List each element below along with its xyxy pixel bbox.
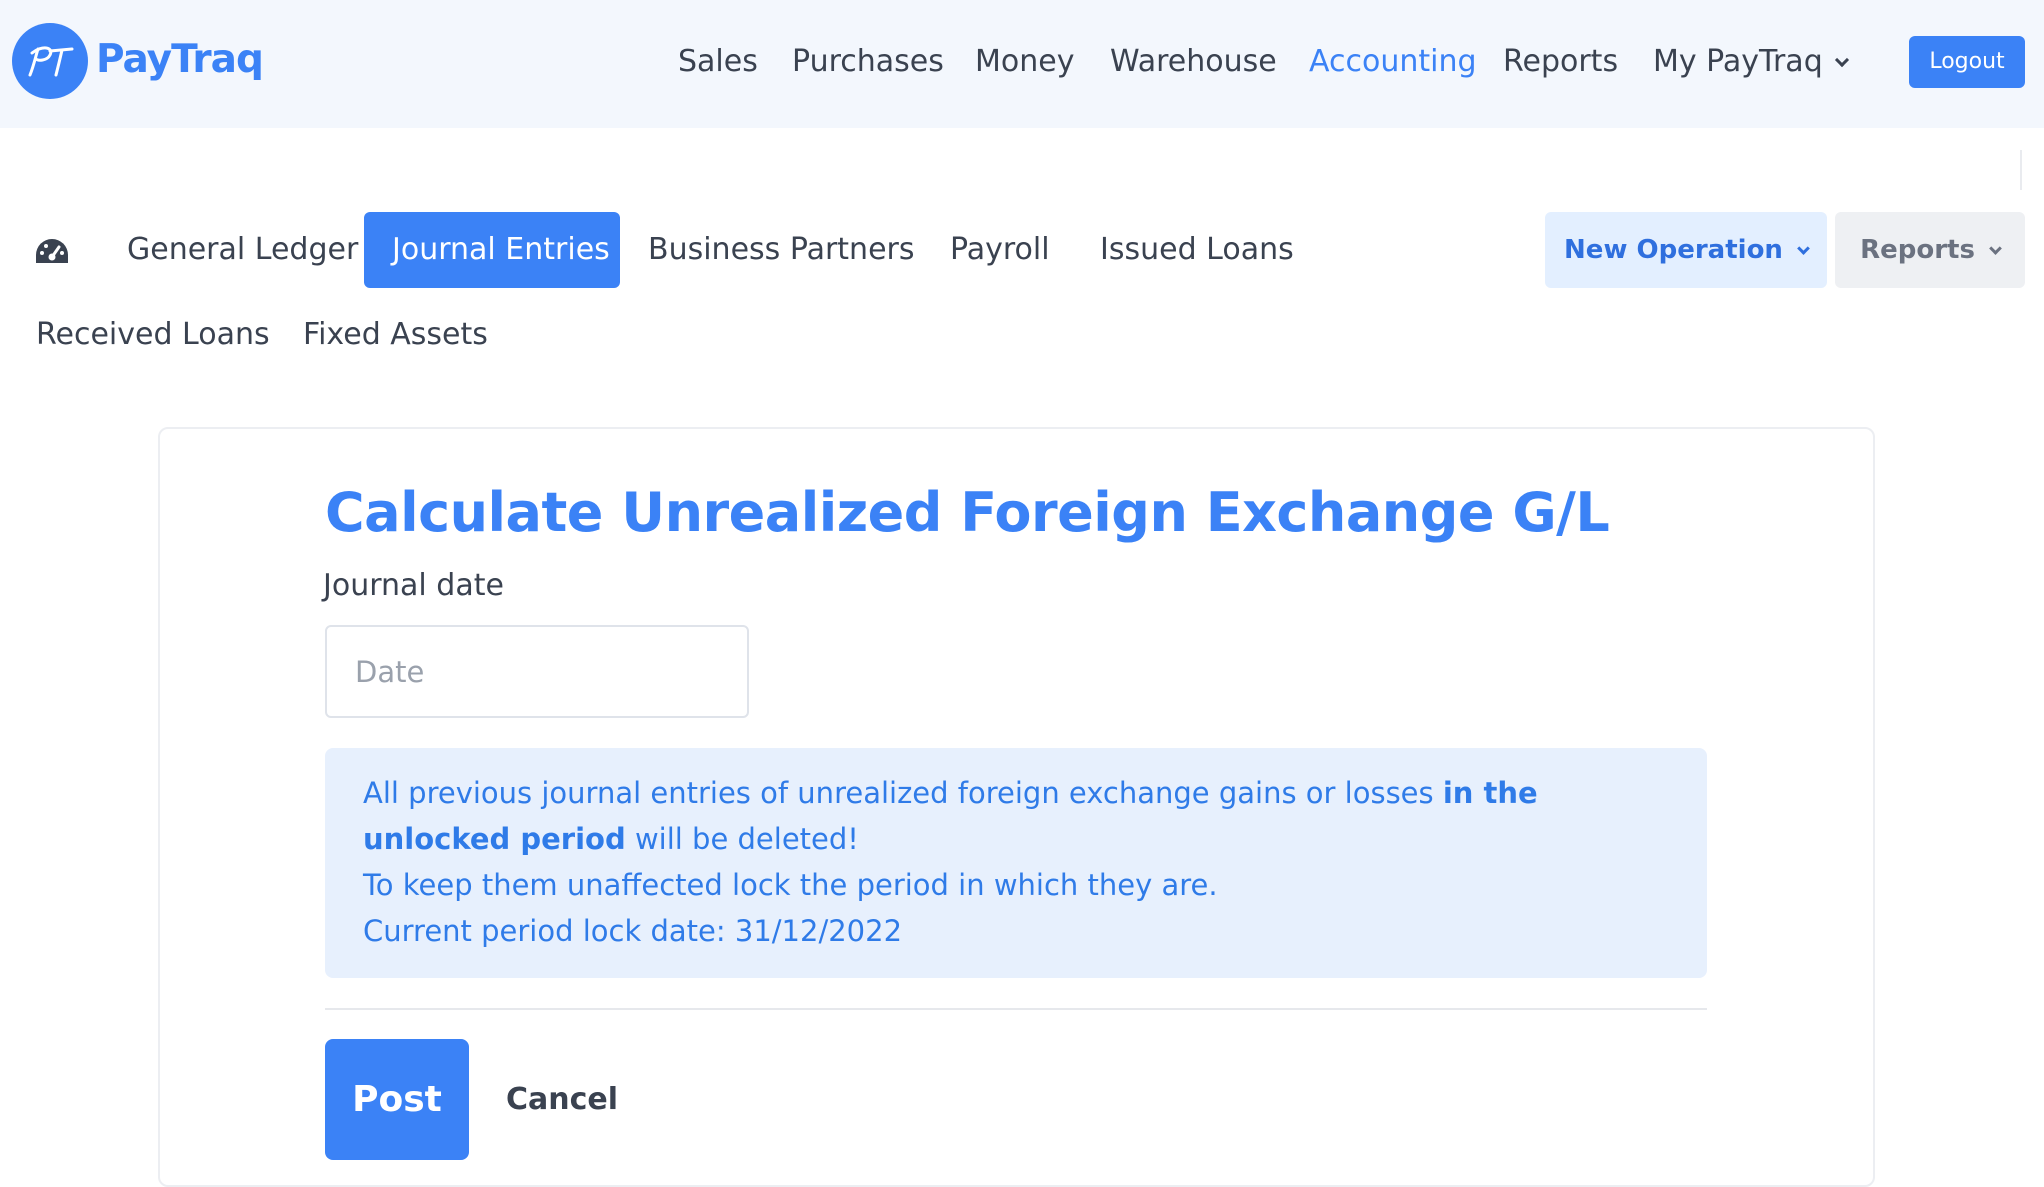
scrollbar[interactable]: [2020, 150, 2022, 190]
notice-text: will be deleted!: [625, 822, 859, 856]
brand-name[interactable]: PayTraq: [96, 34, 264, 86]
subnav-general-ledger[interactable]: General Ledger: [127, 212, 358, 288]
top-navigation-bar: PayTraq Sales Purchases Money Warehouse …: [0, 0, 2044, 128]
notice-text: All previous journal entries of unrealiz…: [363, 776, 1443, 810]
logo-monogram-icon: [28, 46, 74, 77]
chevron-down-icon: [1797, 242, 1810, 255]
nav-money[interactable]: Money: [975, 38, 1074, 86]
notice-line-2: To keep them unaffected lock the period …: [363, 868, 1218, 902]
chevron-down-icon: [1989, 242, 2002, 255]
subnav-business-partners[interactable]: Business Partners: [648, 212, 914, 288]
nav-accounting[interactable]: Accounting: [1309, 38, 1477, 86]
chevron-down-icon: [1834, 52, 1849, 68]
nav-purchases[interactable]: Purchases: [792, 38, 944, 86]
subnav-payroll[interactable]: Payroll: [950, 212, 1050, 288]
nav-warehouse[interactable]: Warehouse: [1110, 38, 1277, 86]
reports-label: Reports: [1860, 235, 1975, 265]
subnav-fixed-assets[interactable]: Fixed Assets: [303, 297, 488, 373]
new-operation-button[interactable]: New Operation: [1545, 212, 1827, 288]
notice-lock-date: Current period lock date: 31/12/2022: [363, 914, 903, 948]
subnav-issued-loans[interactable]: Issued Loans: [1100, 212, 1294, 288]
nav-reports[interactable]: Reports: [1503, 38, 1618, 86]
nav-my-paytraq[interactable]: My PayTraq: [1653, 38, 1849, 86]
subnav-journal-entries[interactable]: Journal Entries: [364, 212, 620, 288]
post-button[interactable]: Post: [325, 1039, 469, 1160]
new-operation-label: New Operation: [1564, 235, 1783, 265]
journal-date-label: Journal date: [323, 568, 504, 603]
nav-my-paytraq-label: My PayTraq: [1653, 44, 1823, 79]
nav-sales[interactable]: Sales: [678, 38, 758, 86]
warning-notice: All previous journal entries of unrealiz…: [325, 748, 1707, 978]
cancel-button[interactable]: Cancel: [506, 1080, 618, 1120]
paytraq-logo-icon[interactable]: [12, 23, 88, 99]
journal-date-input[interactable]: [325, 625, 749, 718]
notice-line-1: All previous journal entries of unrealiz…: [363, 770, 1669, 862]
page-title: Calculate Unrealized Foreign Exchange G/…: [325, 481, 1610, 544]
logout-button[interactable]: Logout: [1909, 36, 2025, 88]
reports-dropdown-button[interactable]: Reports: [1835, 212, 2025, 288]
subnav-received-loans[interactable]: Received Loans: [36, 297, 270, 373]
divider: [325, 1008, 1707, 1010]
dashboard-gauge-icon[interactable]: [34, 236, 70, 268]
